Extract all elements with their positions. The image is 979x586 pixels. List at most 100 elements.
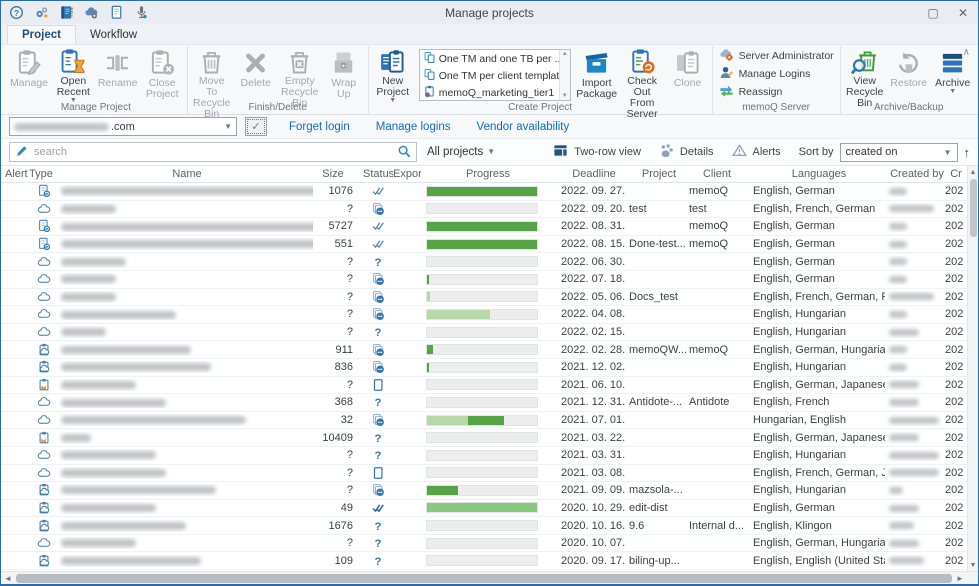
cell-created-on: 202 bbox=[945, 555, 967, 567]
sort-dropdown[interactable]: created on▼ bbox=[840, 143, 958, 162]
options-gears-button[interactable] bbox=[34, 5, 49, 20]
document-button[interactable] bbox=[109, 5, 124, 20]
search-icon[interactable] bbox=[397, 144, 411, 161]
table-row[interactable]: ?2022. 05. 06.Docs_testEnglish, French, … bbox=[1, 289, 967, 307]
table-row[interactable]: 10409?2021. 03. 22.English, German, Japa… bbox=[1, 429, 967, 447]
vertical-scroll-thumb[interactable] bbox=[970, 179, 977, 237]
view-recycle-bin-icon bbox=[850, 48, 879, 76]
progress-bar bbox=[426, 256, 538, 267]
table-row[interactable]: ?2022. 04. 08.English, Hungarian202 bbox=[1, 306, 967, 324]
table-row[interactable]: ??2022. 06. 30.English, German202 bbox=[1, 253, 967, 271]
cell-languages: English, German, Hungarian bbox=[745, 344, 885, 356]
template-listbox[interactable]: One TM and one TB per ...One TM per clie… bbox=[419, 49, 571, 101]
column-header-alert[interactable]: Alert bbox=[1, 168, 29, 180]
resource-console-book-button[interactable] bbox=[59, 5, 74, 20]
help-button[interactable]: ? bbox=[9, 5, 24, 20]
cell-size: 1676 bbox=[313, 520, 363, 532]
table-row[interactable]: 5512022. 08. 15.Done-test...memoQEnglish… bbox=[1, 236, 967, 254]
template-item-one-tm-per-client-template[interactable]: One TM per client template bbox=[420, 67, 559, 84]
ribbon-button-new-project[interactable]: New Project▼ bbox=[371, 46, 415, 102]
column-header-status[interactable]: Status bbox=[363, 168, 393, 180]
table-row[interactable]: ?2021. 06. 10.English, German, Japanese2… bbox=[1, 377, 967, 395]
clone-icon bbox=[673, 49, 702, 77]
table-row[interactable]: 109?2020. 09. 17.biling-up...English, En… bbox=[1, 552, 967, 570]
tab-workflow[interactable]: Workflow bbox=[76, 26, 151, 44]
maximize-button[interactable]: ▢ bbox=[918, 2, 948, 24]
forget-login-link[interactable]: Forget login bbox=[289, 121, 350, 133]
column-header-progress[interactable]: Progress bbox=[421, 168, 555, 180]
project-type-icon bbox=[29, 536, 59, 550]
horizontal-scrollbar[interactable]: ◄ ► bbox=[1, 571, 978, 584]
cell-languages: English, French, German bbox=[745, 203, 885, 215]
scroll-right-icon[interactable]: ► bbox=[953, 572, 967, 584]
template-list-scrollbar[interactable]: ▲▼ bbox=[559, 50, 570, 100]
ribbon-button-view-recycle-bin[interactable]: View Recycle Bin bbox=[843, 46, 887, 102]
search-input[interactable] bbox=[34, 146, 392, 158]
scroll-up-icon[interactable]: ▲ bbox=[968, 166, 978, 178]
column-header-created-by[interactable]: Created by bbox=[885, 168, 945, 180]
close-button[interactable]: ✕ bbox=[948, 2, 978, 24]
tab-project[interactable]: Project bbox=[7, 25, 76, 44]
table-row[interactable]: 1676?2020. 10. 16.9.6Internal d...Englis… bbox=[1, 517, 967, 535]
ribbon-button-server-administrator[interactable]: Server Administrator bbox=[719, 48, 834, 64]
cell-project: test bbox=[627, 203, 689, 215]
table-row[interactable]: 10762022. 09. 27.memoQEnglish, German202 bbox=[1, 183, 967, 201]
table-row[interactable]: 8362021. 12. 02.English, Hungarian202 bbox=[1, 359, 967, 377]
ribbon-button-manage-logins[interactable]: Manage Logins bbox=[719, 66, 834, 82]
column-header-type[interactable]: Type bbox=[29, 168, 59, 180]
ribbon-button-import-package[interactable]: Import Package bbox=[575, 46, 619, 102]
column-header-deadline[interactable]: Deadline bbox=[555, 168, 627, 180]
redacted-text bbox=[889, 557, 924, 564]
cell-created-by-redacted bbox=[885, 326, 945, 338]
cell-progress bbox=[421, 432, 555, 443]
connect-server-button[interactable]: ✓ bbox=[245, 117, 267, 136]
table-row[interactable]: 322021. 07. 01.Hungarian, English202 bbox=[1, 412, 967, 430]
table-row[interactable]: ??2022. 02. 15.English, Hungarian202 bbox=[1, 324, 967, 342]
table-row[interactable]: 492020. 10. 29.edit-distEnglish, German2… bbox=[1, 500, 967, 518]
column-header-languages[interactable]: Languages bbox=[745, 168, 885, 180]
column-header-cr[interactable]: Cr bbox=[945, 168, 967, 180]
dictation-mic-button[interactable] bbox=[134, 5, 149, 20]
table-row[interactable]: 9112022. 02. 28.memoQW...memoQEnglish, G… bbox=[1, 341, 967, 359]
ribbon-button-clone: Clone bbox=[666, 46, 710, 102]
cell-created-on: 202 bbox=[945, 502, 967, 514]
table-row[interactable]: ??2020. 10. 07.English, German, Hungaria… bbox=[1, 535, 967, 553]
table-row[interactable]: 368?2021. 12. 31.Antidote-...AntidoteEng… bbox=[1, 394, 967, 412]
manage-logins-link[interactable]: Manage logins bbox=[376, 121, 451, 133]
ribbon-button-wrap-up: Wrap Up bbox=[322, 46, 366, 102]
project-scope-dropdown[interactable]: All projects ▼ bbox=[427, 146, 495, 158]
table-row[interactable]: ?2021. 09. 09.mazsola-...English, Hungar… bbox=[1, 482, 967, 500]
scrollbar-corner bbox=[967, 572, 978, 584]
redacted-text bbox=[889, 399, 919, 406]
server-cloud-gear-button[interactable] bbox=[84, 5, 99, 20]
column-header-project[interactable]: Project bbox=[627, 168, 689, 180]
scroll-down-icon[interactable]: ▼ bbox=[968, 559, 978, 571]
ribbon-button-check-out-from-server[interactable]: Check Out From Server bbox=[619, 46, 666, 102]
scope-label: All projects bbox=[427, 146, 483, 158]
table-row[interactable]: ?2022. 07. 18.English, German202 bbox=[1, 271, 967, 289]
ribbon-button-open-recent[interactable]: Open Recent▼ bbox=[51, 46, 96, 102]
table-row[interactable]: ?2021. 03. 08.English, French, German, J… bbox=[1, 465, 967, 483]
search-box[interactable] bbox=[9, 142, 417, 162]
table-row[interactable]: ??2021. 03. 31.English, Hungarian202 bbox=[1, 447, 967, 465]
collapse-ribbon-icon[interactable]: ∧ bbox=[963, 47, 970, 58]
scroll-left-icon[interactable]: ◄ bbox=[1, 572, 15, 584]
column-header-size[interactable]: Size bbox=[313, 168, 363, 180]
column-header-client[interactable]: Client bbox=[689, 168, 745, 180]
template-item-memoq-marketing-tier1[interactable]: memoQ_marketing_tier1 bbox=[420, 84, 559, 100]
table-row[interactable]: 57272022. 08. 31.memoQEnglish, German202 bbox=[1, 218, 967, 236]
column-header-name[interactable]: Name bbox=[59, 168, 313, 180]
view-button-details[interactable]: Details bbox=[659, 143, 714, 161]
horizontal-scroll-thumb[interactable] bbox=[16, 574, 952, 583]
vertical-scrollbar[interactable]: ▲ ▼ bbox=[967, 166, 978, 571]
view-button-two-row-view[interactable]: Two-row view bbox=[553, 143, 641, 161]
ribbon-button-reassign[interactable]: Reassign bbox=[719, 84, 834, 100]
column-header-export[interactable]: Export bbox=[393, 168, 421, 180]
progress-bar bbox=[426, 415, 538, 426]
cell-client: memoQ bbox=[689, 220, 745, 232]
table-row[interactable]: ?2022. 09. 20.testtestEnglish, French, G… bbox=[1, 201, 967, 219]
template-item-one-tm-and-one-tb-per[interactable]: One TM and one TB per ... bbox=[420, 50, 559, 67]
sort-direction-icon[interactable]: ↑ bbox=[964, 145, 971, 160]
vendor-availability-link[interactable]: Vendor availability bbox=[477, 121, 570, 133]
view-button-alerts[interactable]: Alerts bbox=[732, 143, 781, 161]
